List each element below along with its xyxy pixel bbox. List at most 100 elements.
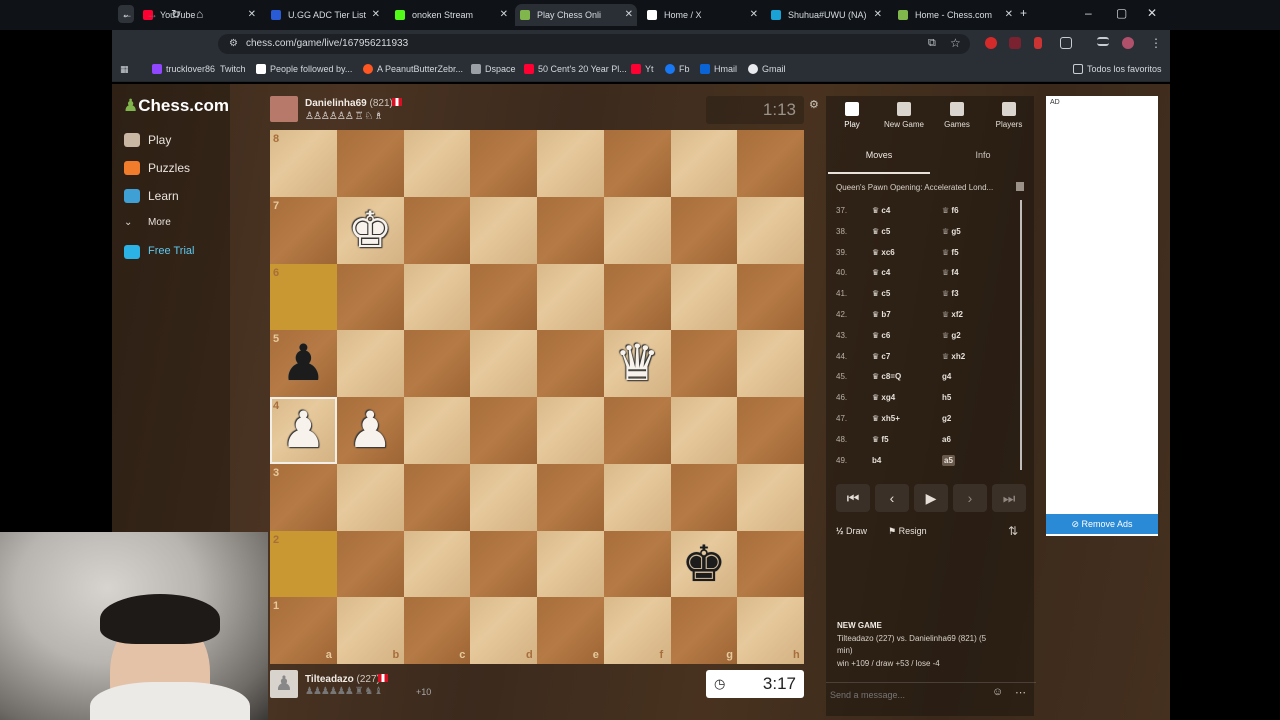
- square-d3[interactable]: [470, 463, 537, 531]
- square-f3[interactable]: [603, 463, 671, 531]
- close-icon[interactable]: ✕: [248, 4, 256, 26]
- reload-button[interactable]: ↻: [171, 7, 181, 21]
- black-move[interactable]: ♕ f4: [942, 268, 959, 277]
- square-a7[interactable]: [270, 196, 337, 264]
- close-icon[interactable]: ✕: [625, 4, 633, 26]
- site-info-icon[interactable]: ⚙: [229, 38, 238, 49]
- opponent-name[interactable]: Danielinha69 (821): [305, 98, 393, 109]
- square-d5[interactable]: [470, 330, 537, 397]
- bookmark-trucklover86[interactable]: trucklover86: [152, 64, 215, 74]
- square-c8[interactable]: [403, 130, 471, 197]
- home-button[interactable]: ⌂: [196, 7, 203, 21]
- all-bookmarks[interactable]: Todos los favoritos: [1073, 64, 1162, 74]
- square-g2[interactable]: ♚: [670, 530, 738, 598]
- subtab-moves[interactable]: Moves: [828, 144, 930, 174]
- square-g7[interactable]: [670, 196, 738, 264]
- square-h8[interactable]: [737, 130, 804, 197]
- close-icon[interactable]: ✕: [874, 4, 882, 26]
- square-c7[interactable]: [403, 196, 471, 264]
- menu-kebab-icon[interactable]: ⋮: [1150, 36, 1162, 50]
- nav-learn[interactable]: Learn: [124, 189, 179, 203]
- white-move[interactable]: ♛ xg4: [872, 393, 895, 402]
- white-king[interactable]: ♚: [337, 197, 404, 263]
- maximize-button[interactable]: ▢: [1116, 6, 1127, 20]
- square-f5[interactable]: ♛: [603, 330, 671, 397]
- bookmark-star-icon[interactable]: ☆: [950, 36, 961, 50]
- extensions-puzzle-icon[interactable]: [1060, 37, 1072, 49]
- settings-gear-icon[interactable]: ⚙: [809, 98, 819, 111]
- close-icon[interactable]: ✕: [750, 4, 758, 26]
- square-c5[interactable]: [403, 330, 471, 397]
- square-g8[interactable]: [670, 130, 738, 197]
- black-pawn[interactable]: ♟: [270, 330, 337, 396]
- square-b2[interactable]: [336, 530, 404, 598]
- square-h4[interactable]: [737, 397, 804, 464]
- subtab-info[interactable]: Info: [932, 144, 1034, 174]
- remove-ads-button[interactable]: ⊘ Remove Ads: [1046, 514, 1158, 534]
- tab-shuhua[interactable]: Shuhua#UWU (NA) ✕: [766, 4, 886, 26]
- square-c4[interactable]: [403, 397, 471, 464]
- adblock-extension-icon[interactable]: [1009, 37, 1021, 49]
- square-a2[interactable]: [270, 530, 337, 598]
- play-moves-button[interactable]: ▶: [914, 484, 948, 512]
- extension-icon[interactable]: [1034, 37, 1042, 49]
- white-move[interactable]: ♛ c7: [872, 352, 890, 361]
- close-icon[interactable]: ✕: [1005, 4, 1013, 26]
- square-f2[interactable]: [603, 530, 671, 598]
- black-king[interactable]: ♚: [671, 531, 738, 597]
- opponent-avatar[interactable]: [270, 96, 298, 122]
- tab-play-chess[interactable]: Play Chess Onli ✕: [515, 4, 637, 26]
- bookmark-hmail[interactable]: Hmail: [700, 64, 737, 74]
- square-a5[interactable]: ♟: [270, 330, 337, 397]
- square-c2[interactable]: [403, 530, 471, 598]
- square-d6[interactable]: [470, 263, 537, 331]
- square-b4[interactable]: ♟: [336, 397, 404, 464]
- square-f6[interactable]: [603, 263, 671, 331]
- white-move[interactable]: b4: [872, 456, 881, 465]
- nav-puzzles[interactable]: Puzzles: [124, 161, 190, 175]
- square-d4[interactable]: [470, 397, 537, 464]
- white-move[interactable]: ♛ xh5+: [872, 414, 900, 423]
- square-h5[interactable]: [737, 330, 804, 397]
- square-e7[interactable]: [537, 196, 604, 264]
- extension-icon[interactable]: [985, 37, 997, 49]
- white-move[interactable]: ♛ f5: [872, 435, 889, 444]
- move-list-scrollbar[interactable]: [1020, 200, 1022, 470]
- black-move[interactable]: ♕ g5: [942, 227, 961, 236]
- white-move[interactable]: ♛ c6: [872, 331, 890, 340]
- square-a6[interactable]: [270, 263, 337, 331]
- bookmark-dspace[interactable]: Dspace: [471, 64, 516, 74]
- nav-more[interactable]: ⌄ More: [124, 217, 171, 228]
- square-g3[interactable]: [670, 463, 738, 531]
- square-e8[interactable]: [537, 130, 604, 197]
- tab-play[interactable]: Play: [827, 102, 877, 129]
- square-c3[interactable]: [403, 463, 471, 531]
- black-move[interactable]: ♕ f5: [942, 248, 959, 257]
- player-name[interactable]: Tilteadazo (227): [305, 674, 380, 685]
- square-b7[interactable]: ♚: [336, 196, 404, 264]
- square-d8[interactable]: [470, 130, 537, 197]
- white-queen[interactable]: ♛: [604, 330, 671, 396]
- back-button[interactable]: ←: [121, 7, 133, 21]
- square-f7[interactable]: [603, 196, 671, 264]
- next-move-button[interactable]: ›: [953, 484, 987, 512]
- square-b8[interactable]: [336, 130, 404, 197]
- close-icon[interactable]: ✕: [372, 4, 380, 26]
- close-window-button[interactable]: ✕: [1147, 6, 1157, 20]
- square-h7[interactable]: [737, 196, 804, 264]
- white-move[interactable]: ♛ c4: [872, 206, 890, 215]
- white-move[interactable]: ♛ c4: [872, 268, 890, 277]
- last-move-button[interactable]: ⏭: [992, 484, 1026, 512]
- profile-avatar[interactable]: [1122, 37, 1134, 49]
- black-move[interactable]: ♕ f3: [942, 289, 959, 298]
- black-move[interactable]: a5: [942, 454, 955, 466]
- chat-message-input[interactable]: [830, 688, 980, 702]
- black-move[interactable]: g2: [942, 414, 951, 423]
- tab-games[interactable]: Games: [932, 102, 982, 129]
- emoji-icon[interactable]: ☺: [992, 686, 1003, 698]
- chess-board[interactable]: ♚ ♟ ♛ ♟ ♟ ♚ 8 7 6 5 4 3 2 1 a b c d e f g h: [270, 130, 804, 664]
- square-b6[interactable]: [336, 263, 404, 331]
- forward-button[interactable]: →: [146, 7, 158, 21]
- book-icon[interactable]: [1016, 182, 1024, 191]
- tab-new-game[interactable]: New Game: [879, 102, 929, 129]
